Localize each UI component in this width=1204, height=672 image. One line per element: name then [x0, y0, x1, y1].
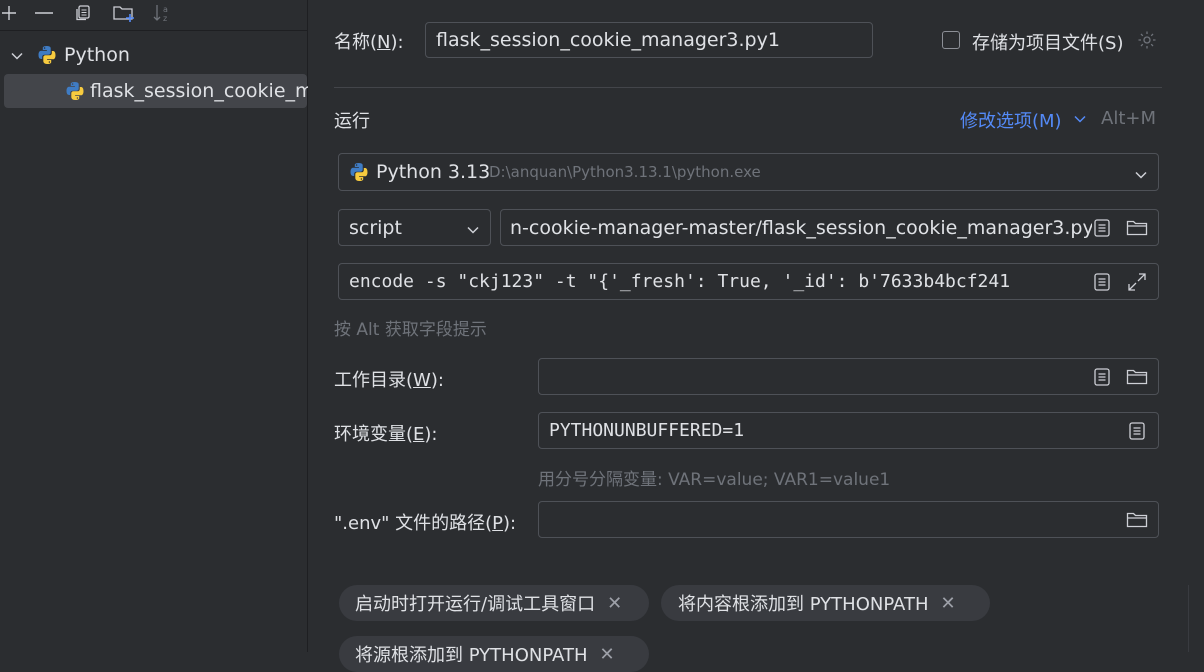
- new-folder-icon[interactable]: [111, 0, 137, 26]
- name-label: 名称(N):: [334, 32, 404, 53]
- option-chip-add-source-roots[interactable]: 将源根添加到 PYTHONPATH ✕: [339, 636, 649, 672]
- close-icon[interactable]: ✕: [941, 593, 956, 614]
- configurations-sidebar: az Python flask_session_cookie_m: [0, 0, 314, 652]
- interpreter-name: Python 3.13: [376, 161, 491, 183]
- script-type-select[interactable]: script: [338, 209, 491, 246]
- name-input[interactable]: flask_session_cookie_manager3.py1: [425, 22, 873, 58]
- svg-text:a: a: [163, 5, 168, 14]
- expand-text-icon[interactable]: [1127, 421, 1147, 441]
- vertical-scrollbar[interactable]: [1188, 585, 1204, 652]
- chevron-down-icon[interactable]: [466, 221, 480, 242]
- tree-group-python[interactable]: Python: [0, 38, 307, 72]
- env-vars-label: 环境变量(E):: [334, 424, 438, 445]
- chevron-down-icon[interactable]: [1134, 166, 1148, 187]
- svg-text:z: z: [163, 14, 167, 23]
- folder-icon[interactable]: [1126, 218, 1148, 238]
- minus-icon[interactable]: [33, 0, 55, 26]
- script-path-input[interactable]: n-cookie-manager-master/flask_session_co…: [500, 209, 1159, 246]
- copy-icon[interactable]: [72, 0, 94, 26]
- close-icon[interactable]: ✕: [607, 593, 622, 614]
- python-icon: [37, 45, 57, 65]
- expand-text-icon[interactable]: [1092, 367, 1112, 387]
- tree-item-label: flask_session_cookie_m: [90, 80, 314, 102]
- option-chip-label: 将源根添加到 PYTHONPATH: [355, 645, 588, 666]
- section-run-title: 运行: [334, 111, 370, 132]
- divider: [334, 87, 1162, 88]
- expand-text-icon[interactable]: [1092, 272, 1112, 292]
- modify-options-shortcut: Alt+M: [1101, 108, 1156, 129]
- expand-text-icon[interactable]: [1092, 218, 1112, 238]
- env-vars-hint: 用分号分隔变量: VAR=value; VAR1=value1: [538, 470, 891, 490]
- script-path-value: n-cookie-manager-master/flask_session_co…: [510, 216, 1092, 239]
- store-as-project-file-checkbox[interactable]: [942, 31, 960, 49]
- env-vars-value: PYTHONUNBUFFERED=1: [549, 420, 745, 441]
- name-input-value: flask_session_cookie_manager3.py1: [436, 29, 780, 51]
- script-type-value: script: [349, 216, 402, 239]
- option-chip-label: 将内容根添加到 PYTHONPATH: [678, 594, 929, 615]
- modify-options-link[interactable]: 修改选项(M): [960, 107, 1062, 133]
- store-as-project-file-label: 存储为项目文件(S): [972, 33, 1124, 54]
- option-chip-open-tool-window[interactable]: 启动时打开运行/调试工具窗口 ✕: [339, 585, 649, 621]
- maximize-icon[interactable]: [1126, 271, 1148, 293]
- folder-icon[interactable]: [1126, 510, 1148, 530]
- plus-icon[interactable]: [0, 0, 18, 26]
- env-vars-input[interactable]: PYTHONUNBUFFERED=1: [538, 412, 1159, 449]
- close-icon[interactable]: ✕: [600, 644, 615, 665]
- folder-icon[interactable]: [1126, 367, 1148, 387]
- option-chip-add-content-roots[interactable]: 将内容根添加到 PYTHONPATH ✕: [661, 585, 990, 621]
- python-icon: [65, 81, 85, 101]
- chevron-down-icon[interactable]: [1072, 110, 1088, 128]
- workdir-input[interactable]: [538, 358, 1159, 395]
- alt-hint-text: 按 Alt 获取字段提示: [334, 320, 487, 340]
- interpreter-select[interactable]: Python 3.13 D:\anquan\Python3.13.1\pytho…: [338, 153, 1159, 191]
- dotenv-path-label: ".env" 文件的路径(P):: [334, 513, 517, 534]
- sidebar-toolbar: az: [0, 0, 307, 31]
- option-chip-label: 启动时打开运行/调试工具窗口: [355, 594, 596, 615]
- sort-alpha-icon[interactable]: az: [151, 0, 173, 26]
- python-icon: [349, 162, 369, 187]
- chevron-down-icon[interactable]: [10, 47, 24, 68]
- workdir-label: 工作目录(W):: [334, 370, 444, 391]
- script-parameters-value: encode -s "ckj123" -t "{'_fresh': True, …: [349, 271, 1011, 292]
- tree-group-label: Python: [64, 44, 130, 66]
- tree-item-config[interactable]: flask_session_cookie_m: [4, 74, 314, 108]
- interpreter-path: D:\anquan\Python3.13.1\python.exe: [489, 163, 761, 181]
- script-parameters-input[interactable]: encode -s "ckj123" -t "{'_fresh': True, …: [338, 263, 1159, 300]
- gear-icon[interactable]: [1136, 29, 1158, 51]
- dotenv-path-input[interactable]: [538, 501, 1159, 538]
